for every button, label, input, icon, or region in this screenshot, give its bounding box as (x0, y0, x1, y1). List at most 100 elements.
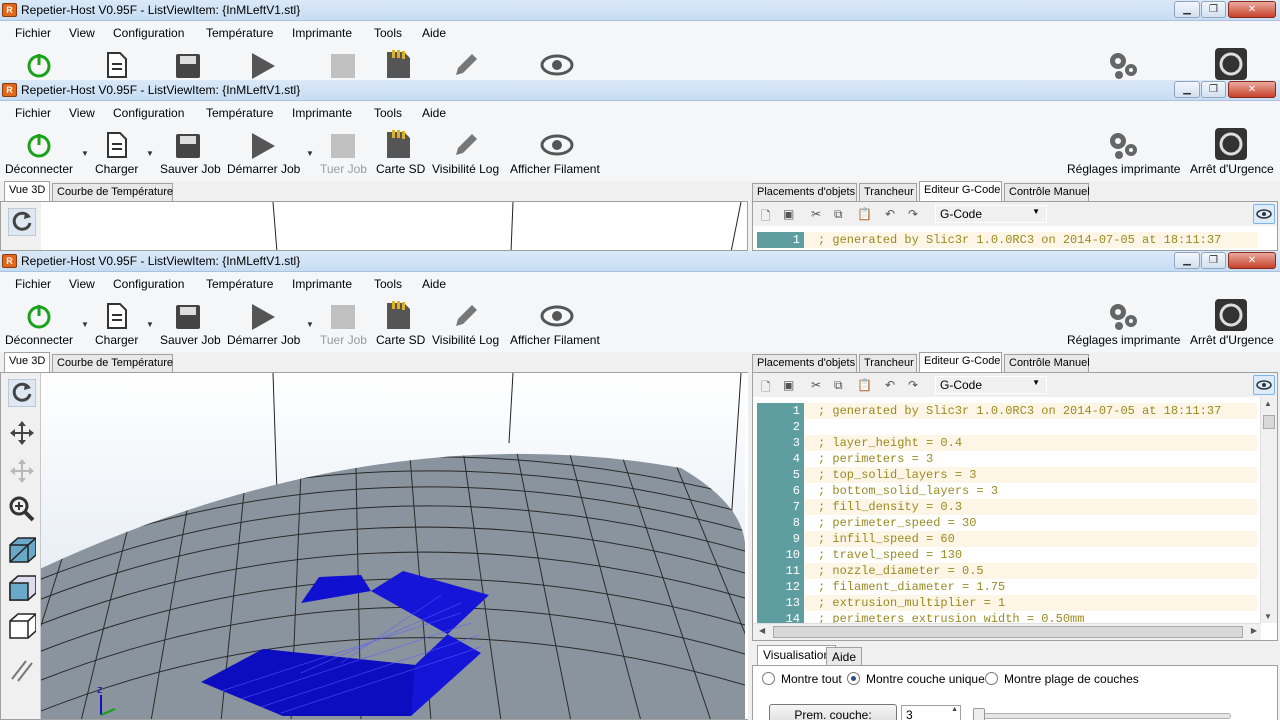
code-line[interactable]: 6 ; bottom_solid_layers = 3 (757, 483, 1257, 499)
viewport-3d[interactable]: z (0, 372, 748, 720)
start-job-label[interactable]: Démarrer Job (227, 333, 300, 347)
vertical-scrollbar[interactable]: ▲ ▼ (1260, 397, 1277, 623)
load-label[interactable]: Charger (95, 333, 138, 347)
layer-range-radio[interactable] (985, 672, 998, 685)
iso-view-icon[interactable] (8, 535, 36, 563)
load-label[interactable]: Charger (95, 162, 138, 176)
refresh-icon[interactable] (8, 208, 36, 236)
save-icon[interactable]: ▣ (783, 207, 797, 221)
first-layer-stepper[interactable]: 3 ▲ (901, 705, 961, 720)
chevron-down-icon[interactable]: ▼ (306, 320, 314, 329)
document-icon[interactable] (105, 131, 129, 159)
close-button[interactable]: ✕ (1228, 252, 1276, 269)
tab-manual-control[interactable]: Contrôle Manuel (1004, 183, 1090, 201)
menu-tools[interactable]: Tools (374, 26, 402, 40)
tab-gcode-editor[interactable]: Editeur G-Code (919, 352, 1002, 373)
minimize-button[interactable]: ▁ (1174, 81, 1200, 98)
start-job-label[interactable]: Démarrer Job (227, 162, 300, 176)
pencil-icon[interactable] (452, 302, 480, 330)
tab-view3d[interactable]: Vue 3D (4, 352, 50, 373)
play-icon[interactable] (249, 51, 277, 80)
tab-placements[interactable]: Placements d'objets (752, 183, 857, 201)
copy-icon[interactable]: ⧉ (834, 207, 848, 221)
eye-toggle-button[interactable] (1253, 204, 1275, 224)
chevron-down-icon[interactable]: ▼ (306, 149, 314, 158)
chevron-down-icon[interactable]: ▼ (81, 320, 89, 329)
sd-card-icon[interactable] (384, 128, 412, 160)
stepper-up-icon[interactable]: ▲ (951, 706, 958, 713)
code-line[interactable]: 14 ; perimeters extrusion width = 0.50mm (757, 611, 1257, 623)
front-view-icon[interactable] (8, 573, 36, 601)
chevron-down-icon[interactable]: ▼ (146, 149, 154, 158)
cut-icon[interactable]: ✂ (811, 207, 825, 221)
power-icon[interactable] (25, 51, 53, 79)
menu-aide[interactable]: Aide (422, 26, 446, 40)
zoom-icon[interactable] (8, 495, 36, 523)
disconnect-label[interactable]: Déconnecter (5, 162, 73, 176)
sd-card-label[interactable]: Carte SD (376, 333, 425, 347)
refresh-icon[interactable] (8, 379, 36, 407)
gcode-selector[interactable]: G-Code ▼ (935, 205, 1047, 223)
document-icon[interactable] (105, 302, 129, 330)
emergency-stop-icon[interactable] (1214, 298, 1248, 332)
scroll-down-icon[interactable]: ▼ (1264, 612, 1272, 621)
code-line[interactable]: 1; generated by Slic3r 1.0.0RC3 on 2014-… (757, 403, 1257, 419)
show-filament-label[interactable]: Afficher Filament (510, 333, 600, 347)
tab-placements[interactable]: Placements d'objets (752, 354, 857, 372)
sd-card-icon[interactable] (384, 48, 412, 80)
code-line[interactable]: 12 ; filament_diameter = 1.75 (757, 579, 1257, 595)
log-visibility-label[interactable]: Visibilité Log (432, 333, 499, 347)
gears-icon[interactable] (1106, 49, 1140, 80)
minimize-button[interactable]: ▁ (1174, 1, 1200, 18)
emergency-stop-icon[interactable] (1214, 127, 1248, 161)
disconnect-label[interactable]: Déconnecter (5, 333, 73, 347)
menu-fichier[interactable]: Fichier (15, 26, 51, 40)
side-view-icon[interactable] (8, 611, 36, 639)
code-line[interactable]: 7; fill_density = 0.3 (757, 499, 1257, 515)
save-job-label[interactable]: Sauver Job (160, 162, 221, 176)
scroll-up-icon[interactable]: ▲ (1264, 399, 1272, 408)
redo-icon[interactable]: ↷ (908, 378, 922, 392)
emergency-stop-icon[interactable] (1214, 47, 1248, 80)
menu-view[interactable]: View (69, 26, 95, 40)
menu-fichier[interactable]: Fichier (15, 106, 51, 120)
save-job-label[interactable]: Sauver Job (160, 333, 221, 347)
redo-icon[interactable]: ↷ (908, 207, 922, 221)
printer-settings-label[interactable]: Réglages imprimante (1067, 333, 1180, 347)
scrollbar-thumb[interactable] (773, 626, 1243, 638)
layer-slider-track[interactable] (975, 713, 1231, 719)
menu-imprimante[interactable]: Imprimante (292, 106, 352, 120)
menu-view[interactable]: View (69, 106, 95, 120)
sd-card-icon[interactable] (384, 299, 412, 331)
menu-tools[interactable]: Tools (374, 106, 402, 120)
horizontal-scrollbar[interactable]: ◀ ▶ (753, 623, 1261, 640)
scroll-right-icon[interactable]: ▶ (1251, 626, 1257, 635)
menu-imprimante[interactable]: Imprimante (292, 277, 352, 291)
eye-toggle-button[interactable] (1253, 375, 1275, 395)
code-line[interactable]: 13; extrusion_multiplier = 1 (757, 595, 1257, 611)
play-icon[interactable] (249, 131, 277, 161)
gears-icon[interactable] (1106, 129, 1140, 161)
menu-configuration[interactable]: Configuration (113, 277, 184, 291)
layer-slider-thumb[interactable] (973, 708, 985, 720)
save-icon[interactable]: ▣ (783, 378, 797, 392)
show-filament-label[interactable]: Afficher Filament (510, 162, 600, 176)
printer-settings-label[interactable]: Réglages imprimante (1067, 162, 1180, 176)
maximize-button[interactable]: ❐ (1201, 81, 1226, 98)
floppy-icon[interactable] (175, 53, 201, 79)
document-icon[interactable] (105, 51, 129, 79)
tab-visualisation[interactable]: Visualisation (757, 645, 837, 665)
chevron-down-icon[interactable]: ▼ (146, 320, 154, 329)
paste-icon[interactable]: 📋 (857, 207, 872, 221)
maximize-button[interactable]: ❐ (1201, 1, 1226, 18)
maximize-button[interactable]: ❐ (1201, 252, 1226, 269)
tab-slicer[interactable]: Trancheur (859, 354, 917, 372)
floppy-icon[interactable] (175, 304, 201, 330)
undo-icon[interactable]: ↶ (885, 378, 899, 392)
menu-temperature[interactable]: Température (206, 277, 273, 291)
menu-temperature[interactable]: Température (206, 106, 273, 120)
first-layer-button[interactable]: Prem. couche: (769, 704, 897, 720)
menu-temperature[interactable]: Température (206, 26, 273, 40)
gears-icon[interactable] (1106, 300, 1140, 332)
code-line[interactable]: 9; infill_speed = 60 (757, 531, 1257, 547)
